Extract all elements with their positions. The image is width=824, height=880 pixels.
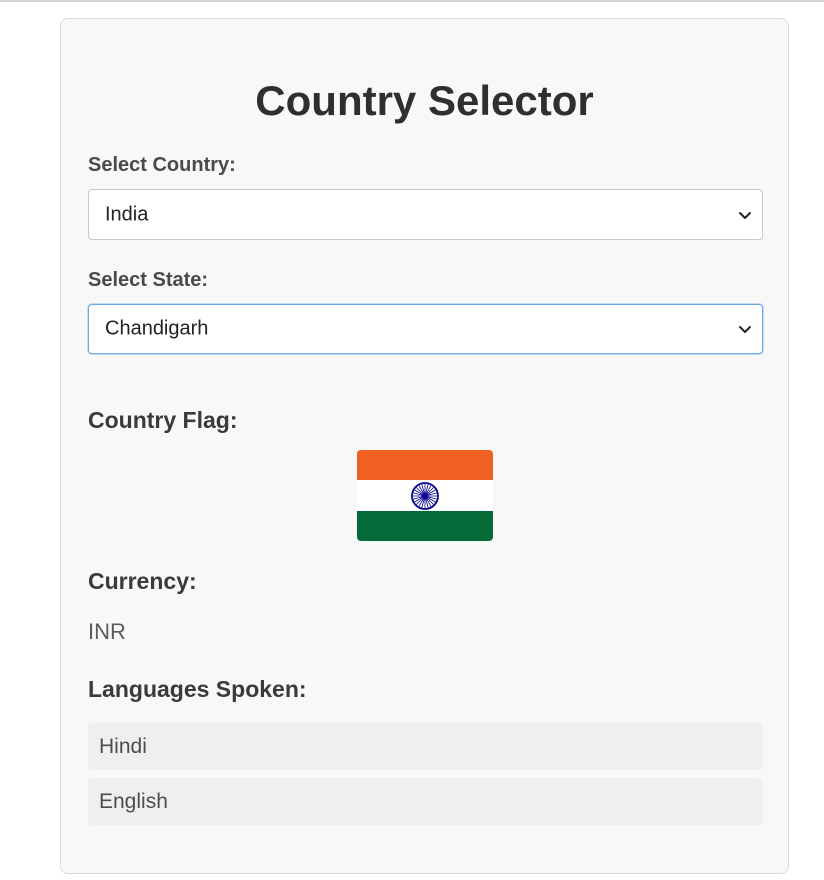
country-select-value: India bbox=[105, 203, 149, 225]
country-selector-card: Country Selector Select Country: India S… bbox=[60, 18, 789, 874]
page-title: Country Selector bbox=[255, 77, 594, 124]
ashoka-chakra-icon bbox=[411, 482, 439, 510]
currency-heading: Currency: bbox=[88, 568, 197, 594]
chevron-down-icon bbox=[739, 326, 751, 333]
currency-value: INR bbox=[88, 619, 126, 644]
flag-saffron-stripe bbox=[357, 450, 493, 481]
state-select[interactable]: Chandigarh bbox=[88, 304, 763, 354]
top-divider bbox=[0, 0, 824, 2]
language-list-item: English bbox=[88, 778, 763, 825]
flag-green-stripe bbox=[357, 510, 493, 541]
country-flag-heading: Country Flag: bbox=[88, 407, 238, 433]
chevron-down-icon bbox=[739, 211, 751, 219]
languages-heading: Languages Spoken: bbox=[88, 676, 307, 702]
state-select-value: Chandigarh bbox=[105, 317, 209, 340]
country-select[interactable]: India bbox=[88, 189, 763, 240]
india-flag-image bbox=[357, 450, 493, 541]
state-select-label: Select State: bbox=[88, 269, 209, 291]
country-select-label: Select Country: bbox=[88, 154, 236, 176]
language-list-item: Hindi bbox=[88, 723, 763, 770]
